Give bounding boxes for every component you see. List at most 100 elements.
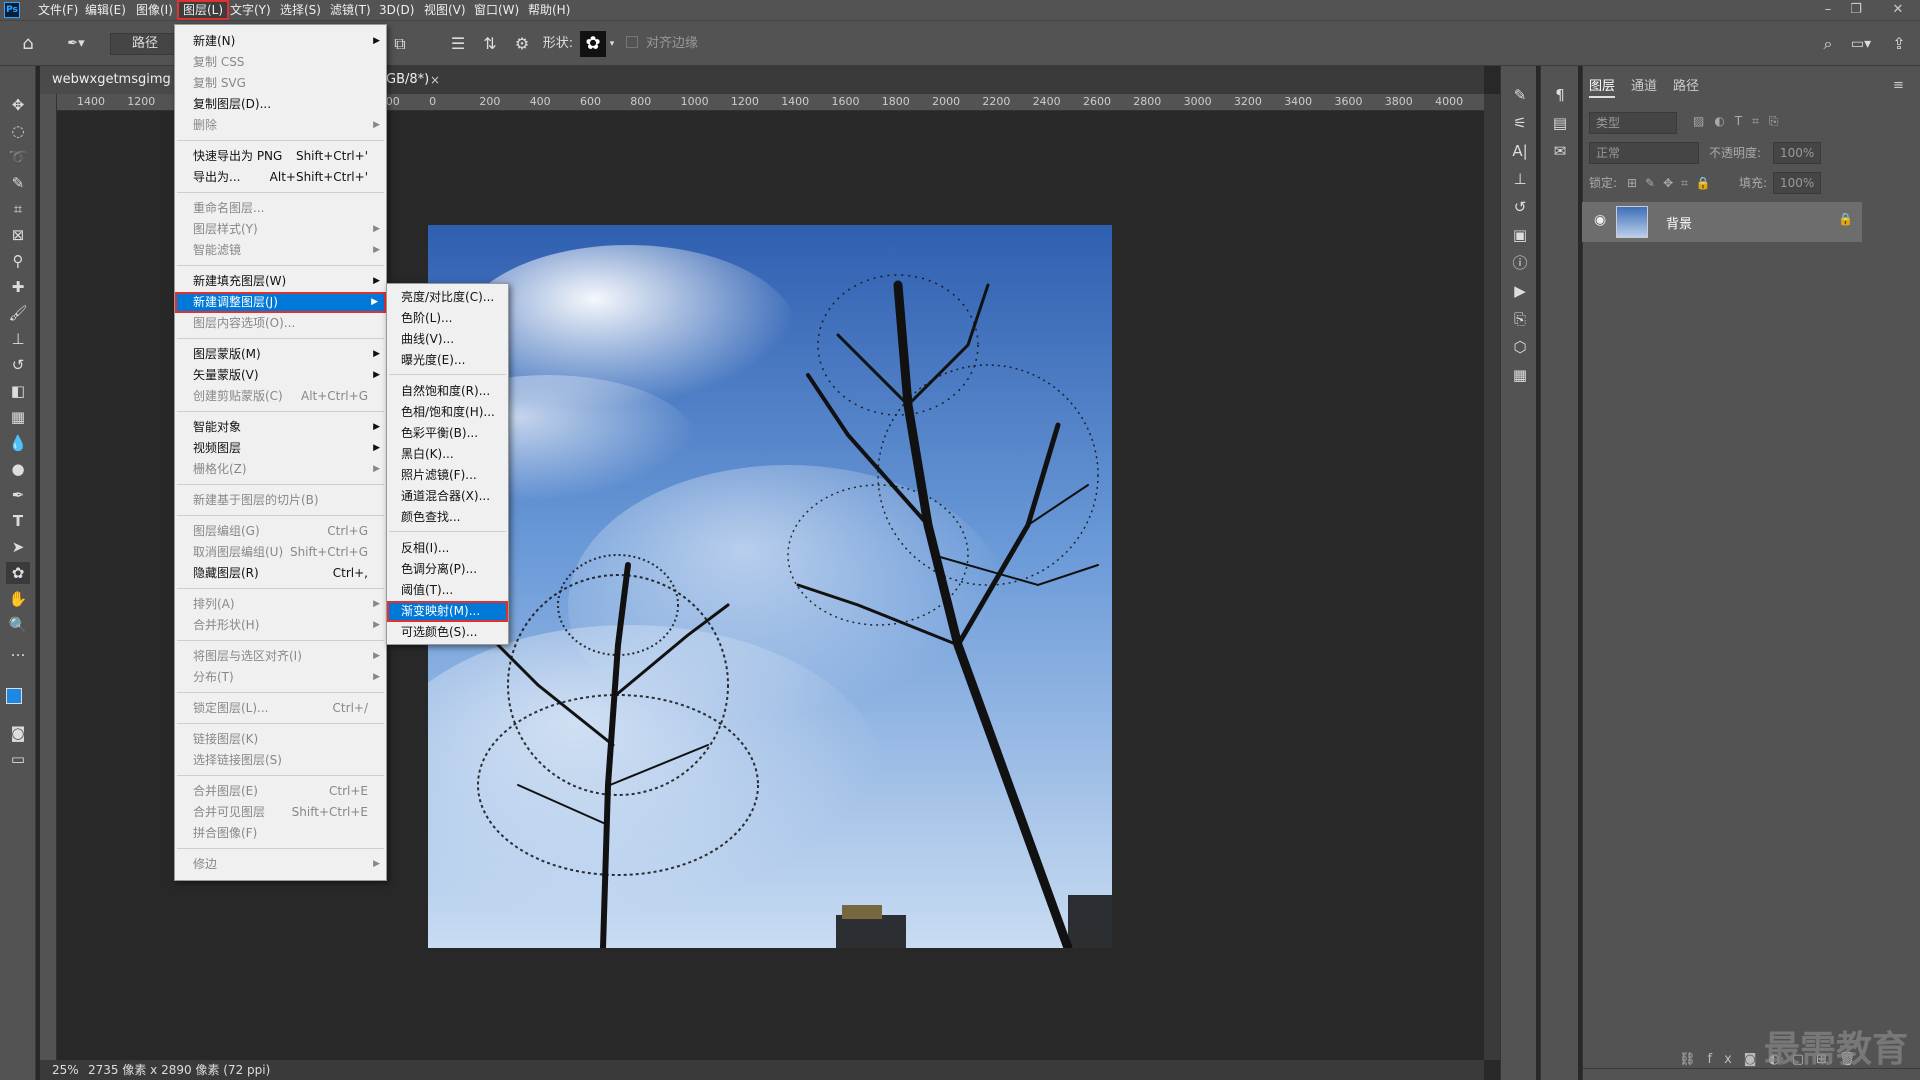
menu-item[interactable]: 分布(T) ▶ [175, 667, 386, 688]
submenu-item[interactable]: 颜色查找... [387, 507, 508, 528]
tab-paths[interactable]: 路径 [1673, 76, 1699, 98]
menu-item[interactable]: 图像(I) [132, 0, 177, 20]
menu-item[interactable]: 复制 CSS [175, 52, 386, 73]
menu-item[interactable]: 合并形状(H) ▶ [175, 615, 386, 636]
submenu-item[interactable]: 照片滤镜(F)... [387, 465, 508, 486]
brush-settings-icon[interactable]: ✎ [1508, 84, 1532, 106]
gear-icon[interactable]: ⚙ [508, 29, 536, 59]
paragraph-icon[interactable]: ¶ [1548, 84, 1572, 106]
menu-item[interactable]: 选择(S) [276, 0, 325, 20]
table-icon[interactable]: ▦ [1508, 364, 1532, 386]
vertical-scrollbar[interactable] [1484, 94, 1500, 1060]
stamp-tool-icon[interactable]: ⊥ [6, 328, 30, 350]
close-icon[interactable]: ✕ [1884, 0, 1912, 20]
hand-tool-icon[interactable]: ✋ [6, 588, 30, 610]
submenu-item[interactable]: 色相/饱和度(H)... [387, 402, 508, 423]
dodge-tool-icon[interactable]: ● [6, 458, 30, 480]
menu-item[interactable]: 修边 ▶ [175, 854, 386, 875]
menu-item[interactable]: 新建(N) ▶ [175, 31, 386, 52]
menu-item[interactable]: 快速导出为 PNG Shift+Ctrl+' [175, 146, 386, 167]
healing-tool-icon[interactable]: ✚ [6, 276, 30, 298]
brush-tool-icon[interactable]: 🖌 [6, 302, 30, 324]
menu-item[interactable]: 合并可见图层 Shift+Ctrl+E [175, 802, 386, 823]
eye-icon[interactable]: ◉ [1594, 212, 1606, 228]
properties-icon[interactable]: ▤ [1548, 112, 1572, 134]
tab-layers[interactable]: 图层 [1589, 76, 1616, 98]
menu-item[interactable]: 编辑(E) [81, 0, 130, 20]
close-tab-icon[interactable]: × [430, 66, 440, 94]
menu-item[interactable]: 创建剪贴蒙版(C) Alt+Ctrl+G [175, 386, 386, 407]
zoom-tool-icon[interactable]: 🔍 [6, 614, 30, 636]
fill-field[interactable]: 100% [1773, 172, 1821, 194]
zoom-level[interactable]: 25% [52, 1060, 79, 1080]
menu-item[interactable]: 取消图层编组(U) Shift+Ctrl+G [175, 542, 386, 563]
menu-item[interactable]: 选择链接图层(S) [175, 750, 386, 771]
menu-item[interactable]: 复制图层(D)... [175, 94, 386, 115]
mode-select[interactable]: 路径 [110, 33, 180, 55]
menu-item[interactable]: 导出为... Alt+Shift+Ctrl+' [175, 167, 386, 188]
blur-tool-icon[interactable]: 💧 [6, 432, 30, 454]
search-icon[interactable]: ⌕ [1816, 29, 1840, 59]
menu-item[interactable]: 文字(Y) [226, 0, 275, 20]
home-icon[interactable]: ⌂ [10, 29, 46, 59]
workspace-icon[interactable]: ▭▾ [1846, 29, 1876, 59]
path-alignment-icon[interactable]: ☰ [444, 29, 472, 59]
menu-item[interactable]: 滤镜(T) [326, 0, 375, 20]
restore-icon[interactable]: ❐ [1842, 0, 1870, 20]
submenu-item[interactable]: 自然饱和度(R)... [387, 381, 508, 402]
type-tool-icon[interactable]: T [6, 510, 30, 532]
submenu-item[interactable]: 色阶(L)... [387, 308, 508, 329]
menu-item[interactable]: 隐藏图层(R) Ctrl+, [175, 563, 386, 584]
path-operations-icon[interactable]: ⧉ [386, 29, 414, 59]
chevron-down-icon[interactable]: ▾ [606, 29, 618, 59]
menu-item[interactable]: 帮助(H) [524, 0, 574, 20]
menu-item[interactable]: 3D(D) [375, 0, 418, 20]
blend-mode-select[interactable]: 正常 [1589, 142, 1699, 164]
lock-icons[interactable]: ⊞✎✥⌗🔒 [1627, 176, 1719, 191]
info-icon[interactable]: ⓘ [1508, 252, 1532, 274]
share-icon[interactable]: ⇪ [1886, 29, 1912, 59]
adjustments-icon[interactable]: ⚟ [1508, 112, 1532, 134]
menu-item[interactable]: 锁定图层(L)... Ctrl+/ [175, 698, 386, 719]
pen-tool-icon[interactable]: ✒ [6, 484, 30, 506]
submenu-item[interactable]: 黑白(K)... [387, 444, 508, 465]
layer-row[interactable]: ◉ 背景 🔒 [1582, 202, 1862, 242]
pen-tool-preset-icon[interactable]: ✒▾ [56, 29, 96, 59]
menu-layer-active[interactable]: 图层(L) [177, 0, 230, 20]
menu-item[interactable]: 窗口(W) [470, 0, 523, 20]
menu-item[interactable]: 智能滤镜 ▶ [175, 240, 386, 261]
marquee-tool-icon[interactable]: ◌ [6, 120, 30, 142]
shape-picker-icon[interactable]: ✿ [580, 31, 606, 57]
path-select-tool-icon[interactable]: ➤ [6, 536, 30, 558]
submenu-item[interactable]: 亮度/对比度(C)... [387, 287, 508, 308]
menu-item[interactable]: 图层样式(Y) ▶ [175, 219, 386, 240]
3d-icon[interactable]: ⬡ [1508, 336, 1532, 358]
submenu-item[interactable]: 色调分离(P)... [387, 559, 508, 580]
screen-mode-icon[interactable]: ▭ [6, 748, 30, 770]
menu-item[interactable]: 栅格化(Z) ▶ [175, 459, 386, 480]
path-arrangement-icon[interactable]: ⇅ [476, 29, 504, 59]
menu-item[interactable]: 复制 SVG [175, 73, 386, 94]
menu-item[interactable]: 新建填充图层(W) ▶ [175, 271, 386, 292]
submenu-item[interactable]: 反相(I)... [387, 538, 508, 559]
history-brush-tool-icon[interactable]: ↺ [6, 354, 30, 376]
libraries-icon[interactable]: ▣ [1508, 224, 1532, 246]
frame-tool-icon[interactable]: ⊠ [6, 224, 30, 246]
layer-filter-select[interactable]: 类型 [1589, 112, 1677, 134]
actions-play-icon[interactable]: ▶ [1508, 280, 1532, 302]
submenu-item[interactable]: 曲线(V)... [387, 329, 508, 350]
lasso-tool-icon[interactable]: ➰ [6, 146, 30, 168]
foreground-color-swatch[interactable] [6, 688, 22, 704]
menu-item[interactable]: 视图(V) [420, 0, 470, 20]
menu-item[interactable]: 拼合图像(F) [175, 823, 386, 844]
menu-item[interactable]: 删除 ▶ [175, 115, 386, 136]
crop-tool-icon[interactable]: ⌗ [6, 198, 30, 220]
submenu-item[interactable]: 色彩平衡(B)... [387, 423, 508, 444]
menu-item[interactable]: 合并图层(E) Ctrl+E [175, 781, 386, 802]
custom-shape-tool-icon[interactable]: ✿ [6, 562, 30, 584]
quick-select-tool-icon[interactable]: ✎ [6, 172, 30, 194]
minimize-icon[interactable]: – [1814, 0, 1842, 20]
quick-mask-icon[interactable]: ◙ [6, 722, 30, 744]
history-icon[interactable]: ↺ [1508, 196, 1532, 218]
menu-item-new-adjustment-layer[interactable]: 新建调整图层(J) ▶ [175, 292, 386, 313]
